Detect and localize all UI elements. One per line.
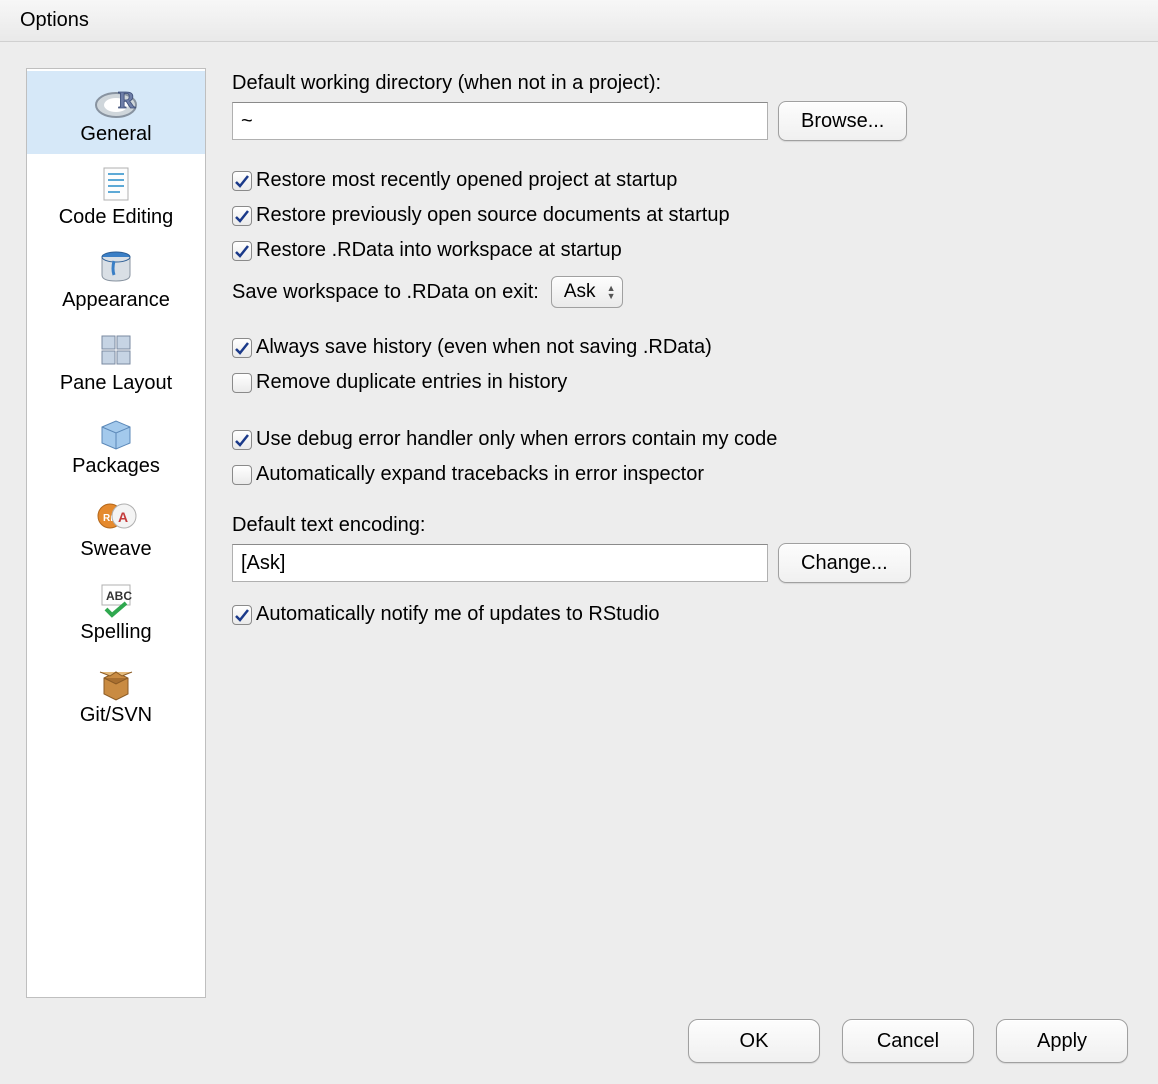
sidebar-item-appearance[interactable]: Appearance: [27, 237, 205, 320]
check-restore-rdata[interactable]: Restore .RData into workspace at startup: [232, 239, 1132, 262]
sidebar-label-spelling: Spelling: [80, 621, 151, 644]
sidebar-item-code-editing[interactable]: Code Editing: [27, 154, 205, 237]
check-label: Use debug error handler only when errors…: [256, 428, 777, 451]
sidebar-label-pane-layout: Pane Layout: [60, 372, 172, 395]
window-titlebar: Options: [0, 0, 1158, 42]
sidebar-label-sweave: Sweave: [80, 538, 151, 561]
select-value: Ask: [564, 281, 596, 303]
encoding-input[interactable]: [232, 544, 768, 582]
checkbox-icon: [232, 338, 252, 358]
document-icon: [92, 164, 140, 204]
check-restore-project[interactable]: Restore most recently opened project at …: [232, 169, 1132, 192]
check-debug-handler[interactable]: Use debug error handler only when errors…: [232, 428, 1132, 451]
checkbox-icon: [232, 605, 252, 625]
sidebar-label-git-svn: Git/SVN: [80, 704, 152, 727]
encoding-row: Change...: [232, 543, 1132, 583]
check-restore-docs[interactable]: Restore previously open source documents…: [232, 204, 1132, 227]
checkbox-icon: [232, 465, 252, 485]
save-workspace-row: Save workspace to .RData on exit: Ask ▲▼: [232, 276, 1132, 308]
svg-text:R: R: [118, 88, 136, 114]
panes-icon: [92, 330, 140, 370]
save-workspace-label: Save workspace to .RData on exit:: [232, 281, 539, 304]
r-logo-icon: R: [92, 81, 140, 121]
open-box-icon: [92, 662, 140, 702]
change-button[interactable]: Change...: [778, 543, 911, 583]
workdir-input[interactable]: [232, 102, 768, 140]
window-title: Options: [20, 9, 89, 32]
content-pane: Default working directory (when not in a…: [232, 68, 1132, 998]
check-label: Remove duplicate entries in history: [256, 371, 567, 394]
spelling-icon: ABC: [92, 579, 140, 619]
options-window: Options R General: [0, 0, 1158, 1084]
sidebar-label-appearance: Appearance: [62, 289, 170, 312]
check-label: Always save history (even when not savin…: [256, 336, 712, 359]
checkbox-icon: [232, 373, 252, 393]
checkbox-icon: [232, 241, 252, 261]
check-notify-updates[interactable]: Automatically notify me of updates to RS…: [232, 603, 1132, 626]
svg-text:ABC: ABC: [106, 589, 132, 603]
check-remove-dup-history[interactable]: Remove duplicate entries in history: [232, 371, 1132, 394]
ok-button[interactable]: OK: [688, 1019, 820, 1063]
checkbox-icon: [232, 171, 252, 191]
sidebar-item-packages[interactable]: Packages: [27, 403, 205, 486]
sidebar-item-pane-layout[interactable]: Pane Layout: [27, 320, 205, 403]
sidebar-label-packages: Packages: [72, 455, 160, 478]
check-label: Restore .RData into workspace at startup: [256, 239, 622, 262]
workdir-row: Browse...: [232, 101, 1132, 141]
sidebar: R General Code Editing: [26, 68, 206, 998]
checkbox-icon: [232, 206, 252, 226]
window-body: R General Code Editing: [0, 42, 1158, 998]
encoding-label: Default text encoding:: [232, 514, 1132, 537]
apply-button[interactable]: Apply: [996, 1019, 1128, 1063]
paint-bucket-icon: [92, 247, 140, 287]
check-label: Restore most recently opened project at …: [256, 169, 677, 192]
cancel-button[interactable]: Cancel: [842, 1019, 974, 1063]
sidebar-item-sweave[interactable]: Rnw A Sweave: [27, 486, 205, 569]
sweave-icon: Rnw A: [92, 496, 140, 536]
dialog-footer: OK Cancel Apply: [0, 998, 1158, 1084]
check-always-save-history[interactable]: Always save history (even when not savin…: [232, 336, 1132, 359]
check-auto-expand-traceback[interactable]: Automatically expand tracebacks in error…: [232, 463, 1132, 486]
select-arrows-icon: ▲▼: [607, 284, 616, 300]
check-label: Restore previously open source documents…: [256, 204, 730, 227]
sidebar-item-git-svn[interactable]: Git/SVN: [27, 652, 205, 735]
sidebar-item-spelling[interactable]: ABC Spelling: [27, 569, 205, 652]
sidebar-label-general: General: [80, 123, 151, 146]
workdir-label: Default working directory (when not in a…: [232, 72, 1132, 95]
browse-button[interactable]: Browse...: [778, 101, 907, 141]
check-label: Automatically notify me of updates to RS…: [256, 603, 660, 626]
sidebar-item-general[interactable]: R General: [27, 71, 205, 154]
check-label: Automatically expand tracebacks in error…: [256, 463, 704, 486]
checkbox-icon: [232, 430, 252, 450]
svg-text:A: A: [118, 509, 128, 525]
package-box-icon: [92, 413, 140, 453]
save-workspace-select[interactable]: Ask ▲▼: [551, 276, 623, 308]
sidebar-label-code-editing: Code Editing: [59, 206, 174, 229]
